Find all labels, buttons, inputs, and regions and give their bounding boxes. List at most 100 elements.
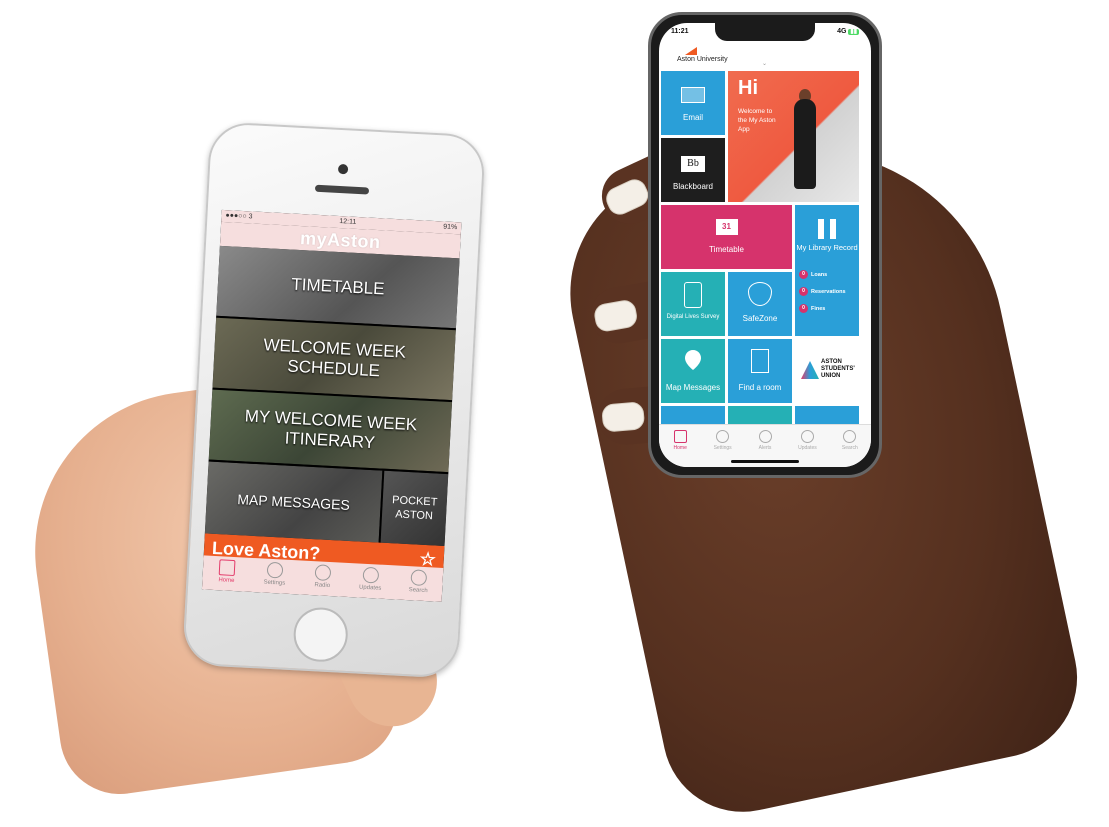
- iphone-5s: ●●●○○ 3 12:11 91% myAston TIMETABLE WELC…: [181, 121, 487, 679]
- fines-count: 0: [799, 304, 808, 314]
- download-icon: [800, 430, 814, 443]
- chevron-down-icon[interactable]: ⌄: [762, 60, 767, 67]
- tile-email[interactable]: Email: [661, 71, 725, 135]
- left-screen: ●●●○○ 3 12:11 91% myAston TIMETABLE WELC…: [201, 209, 462, 602]
- library-stat-fines: 0 Fines: [799, 301, 846, 318]
- hero-subtitle: Welcome to the My Aston App: [738, 108, 776, 133]
- iphone-x: 11:21 4G ▮▮ Aston University ⌄ Email Bb …: [648, 12, 882, 478]
- alert-icon: [758, 430, 772, 443]
- tile-timetable[interactable]: TIMETABLE: [216, 245, 460, 331]
- tab-home[interactable]: Home: [202, 555, 252, 591]
- tile-label: My Library Record: [796, 243, 858, 252]
- tile-more[interactable]: [795, 406, 859, 426]
- tile-label: Blackboard: [672, 182, 714, 191]
- logo-text: Aston University: [677, 56, 728, 63]
- tab-label: Updates: [358, 584, 382, 592]
- envelope-icon: [681, 87, 705, 103]
- clock-text: 12:11: [339, 218, 357, 226]
- blackboard-icon: Bb: [681, 156, 705, 172]
- tab-label: Search: [841, 445, 858, 451]
- tile-students-union[interactable]: ASTON STUDENTS' UNION: [795, 339, 859, 403]
- tile-label: MY WELCOME WEEK ITINERARY: [244, 406, 418, 453]
- tile-label: Digital Lives Survey: [666, 314, 720, 320]
- tile-label: Find a room: [738, 383, 782, 392]
- battery-icon: ▮▮: [848, 29, 859, 35]
- tile-digital-lives[interactable]: Digital Lives Survey: [661, 272, 725, 336]
- tile-library[interactable]: My Library Record 0 Loans 0 Reservations 0…: [795, 205, 859, 336]
- reservations-count: 0: [799, 287, 808, 297]
- fines-label: Fines: [811, 306, 826, 312]
- aston-logo-icon: [685, 47, 697, 55]
- radio-icon: [314, 564, 332, 582]
- search-icon: [410, 569, 428, 587]
- tile-label: Email: [682, 113, 703, 122]
- loans-count: 0: [799, 270, 808, 280]
- library-stats: 0 Loans 0 Reservations 0 Fines: [799, 267, 846, 318]
- tile-label: TIMETABLE: [290, 274, 385, 299]
- shield-icon: [748, 282, 772, 306]
- tile-label: POCKET ASTON: [391, 494, 438, 523]
- network-text: 4G: [837, 28, 847, 35]
- tile-itinerary[interactable]: MY WELCOME WEEK ITINERARY: [208, 389, 453, 475]
- tab-radio[interactable]: Radio: [298, 560, 348, 596]
- reservations-label: Reservations: [811, 289, 846, 295]
- phone-chat-icon: [684, 282, 702, 308]
- tile-map-messages[interactable]: MAP MESSAGES: [204, 461, 385, 543]
- tab-label: Alerts: [758, 445, 772, 451]
- tab-label: Settings: [263, 579, 286, 587]
- tile-label: Timetable: [709, 245, 744, 254]
- tile-find-room[interactable]: Find a room: [728, 339, 792, 403]
- map-pin-icon: [685, 350, 701, 370]
- tile-map-messages[interactable]: Map Messages: [661, 339, 725, 403]
- books-icon: [818, 219, 836, 239]
- right-screen: 11:21 4G ▮▮ Aston University ⌄ Email Bb …: [659, 23, 871, 467]
- calendar-icon: 31: [715, 219, 738, 235]
- carrier-text: ●●●○○ 3: [225, 212, 253, 221]
- person-image-body: [794, 99, 816, 189]
- tile-blackboard[interactable]: Bb Blackboard: [661, 138, 725, 202]
- tab-search[interactable]: Search: [829, 425, 871, 467]
- loans-label: Loans: [811, 272, 828, 278]
- download-icon: [362, 566, 380, 584]
- tab-search[interactable]: Search: [394, 565, 444, 601]
- su-logo-text: ASTON STUDENTS' UNION: [821, 359, 855, 379]
- gear-icon: [266, 561, 284, 579]
- home-grid-icon: [673, 430, 687, 443]
- search-icon: [843, 430, 857, 443]
- battery-text: 91%: [443, 223, 458, 232]
- tab-label: Search: [408, 587, 428, 595]
- tile-label: Map Messages: [665, 383, 721, 392]
- speaker-grille: [314, 184, 370, 195]
- tile-label: MAP MESSAGES: [236, 491, 351, 513]
- tile-label: SafeZone: [742, 314, 778, 323]
- tile-welcome-week[interactable]: WELCOME WEEK SCHEDULE: [212, 317, 456, 403]
- tile-label: WELCOME WEEK SCHEDULE: [262, 335, 407, 381]
- tab-home[interactable]: Home: [659, 425, 701, 467]
- tab-settings[interactable]: Settings: [250, 558, 300, 594]
- home-indicator[interactable]: [731, 460, 799, 463]
- tab-label: Radio: [314, 582, 331, 590]
- tile-money[interactable]: [661, 406, 725, 426]
- su-logo-icon: [801, 361, 819, 379]
- library-stat-reservations: 0 Reservations: [799, 284, 846, 301]
- tab-label: Updates: [798, 445, 817, 451]
- tile-timetable[interactable]: 31 Timetable: [661, 205, 792, 269]
- tab-label: Home: [673, 445, 687, 451]
- tab-label: Settings: [713, 445, 732, 451]
- clock-text: 11:21: [671, 28, 689, 35]
- tile-grid: Email Bb Blackboard Hi Welcome to the My…: [661, 71, 869, 426]
- tile-safezone[interactable]: SafeZone: [728, 272, 792, 336]
- camera-icon: [337, 163, 349, 175]
- app-header: Aston University ⌄: [659, 43, 871, 69]
- tab-label: Home: [218, 577, 235, 585]
- notch: [715, 23, 815, 41]
- tile-clock[interactable]: [728, 406, 792, 426]
- tile-pocket-aston[interactable]: POCKET ASTON: [380, 470, 449, 546]
- home-grid-icon: [218, 559, 236, 577]
- tab-updates[interactable]: Updates: [346, 563, 396, 599]
- door-search-icon: [751, 349, 769, 373]
- tile-welcome-hero[interactable]: Hi Welcome to the My Aston App: [728, 71, 859, 202]
- library-stat-loans: 0 Loans: [799, 267, 846, 284]
- home-button[interactable]: [292, 606, 350, 664]
- gear-icon: [716, 430, 730, 443]
